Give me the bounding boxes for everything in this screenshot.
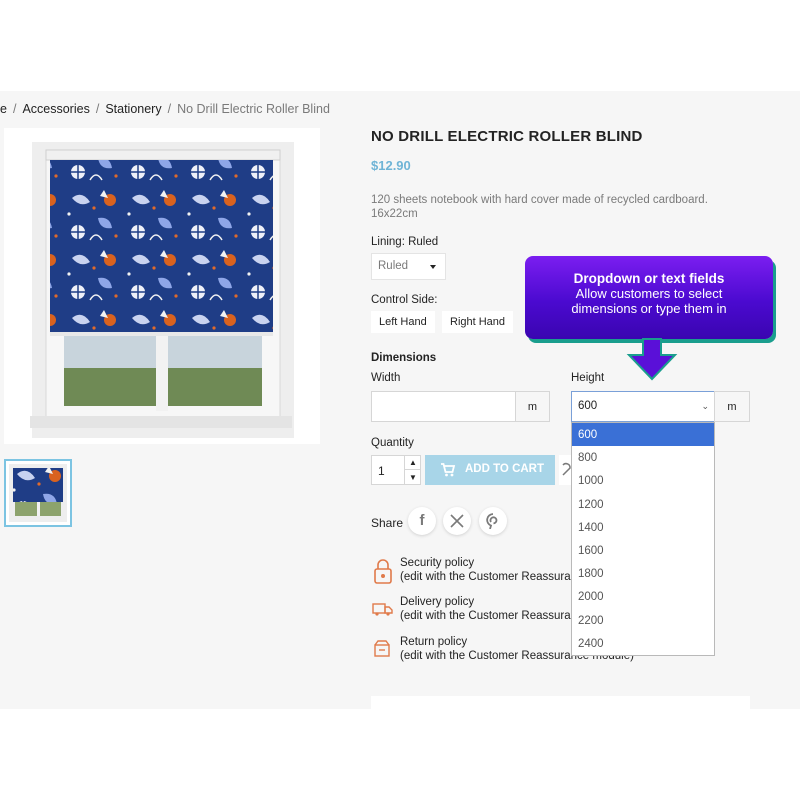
height-option-1400[interactable]: 1400 [572,516,714,539]
chevron-down-icon[interactable]: ▼ [405,470,421,485]
height-unit: m [714,391,750,422]
x-icon[interactable] [443,507,471,535]
product-tabs-card [371,696,750,709]
width-unit: m [515,391,550,422]
lining-selected-value: Ruled [378,260,409,272]
height-option-1000[interactable]: 1000 [572,469,714,492]
pinterest-icon[interactable] [479,507,507,535]
facebook-icon[interactable]: f [408,507,436,535]
height-option-800[interactable]: 800 [572,446,714,469]
roller-blind-illustration [4,128,320,444]
security-title: Security policy [400,557,475,569]
chevron-down-icon: ⌄ [701,401,709,411]
breadcrumb-accessories[interactable]: Accessories [22,102,89,116]
breadcrumb-stationery[interactable]: Stationery [105,102,161,116]
quantity-label: Quantity [371,437,414,449]
truck-icon [371,596,395,620]
height-option-1600[interactable]: 1600 [572,539,714,562]
height-option-2200[interactable]: 2200 [572,609,714,632]
height-option-2000[interactable]: 2000 [572,585,714,608]
caret-down-icon [430,265,436,269]
cart-icon [440,462,456,481]
height-option-2400[interactable]: 2400 [572,632,714,655]
product-thumbnail[interactable] [4,459,72,527]
control-side-label: Control Side: [371,294,438,306]
arrow-down-icon [626,338,678,381]
add-to-cart-label: ADD TO CART [465,463,545,475]
height-dropdown-list[interactable]: 600 800 1000 1200 1400 1600 1800 2000 22… [571,422,715,656]
lining-select[interactable]: Ruled [371,253,446,280]
height-option-600[interactable]: 600 [572,423,714,447]
breadcrumb-current: No Drill Electric Roller Blind [177,102,330,116]
product-image[interactable] [4,128,320,444]
quantity-stepper[interactable]: ▲ ▼ [404,455,421,485]
dimensions-title: Dimensions [371,352,437,364]
callout-title: Dropdown or text fields [573,271,725,286]
height-label: Height [571,372,605,384]
breadcrumb: e / Accessories / Stationery / No Drill Electr… [0,102,330,116]
breadcrumb-home[interactable]: e [0,102,7,116]
chevron-up-icon[interactable]: ▲ [405,455,421,470]
delivery-title: Delivery policy [400,596,475,608]
height-select[interactable]: 600 ⌄ [571,391,715,422]
callout-line-2: dimensions or type them in [571,301,727,316]
feature-callout: Dropdown or text fields Allow customers … [525,256,773,339]
product-title: NO DRILL ELECTRIC ROLLER BLIND [371,128,643,145]
control-left-hand-button[interactable]: Left Hand [371,311,435,333]
add-to-cart-button[interactable]: ADD TO CART [425,455,555,485]
control-right-hand-button[interactable]: Right Hand [442,311,514,333]
lining-label: Lining: Ruled [371,236,439,248]
width-label: Width [371,372,401,384]
width-input[interactable] [371,391,516,422]
product-price: $12.90 [371,158,411,173]
return-title: Return policy [400,636,468,648]
height-option-1200[interactable]: 1200 [572,493,714,516]
height-selected-value: 600 [578,400,598,412]
lock-icon [371,557,395,584]
share-label: Share [371,516,404,530]
height-option-1800[interactable]: 1800 [572,562,714,585]
callout-line-1: Allow customers to select [575,286,723,301]
return-box-icon [371,636,395,660]
thumbnail-image [9,464,67,522]
product-description: 120 sheets notebook with hard cover made… [371,194,708,220]
